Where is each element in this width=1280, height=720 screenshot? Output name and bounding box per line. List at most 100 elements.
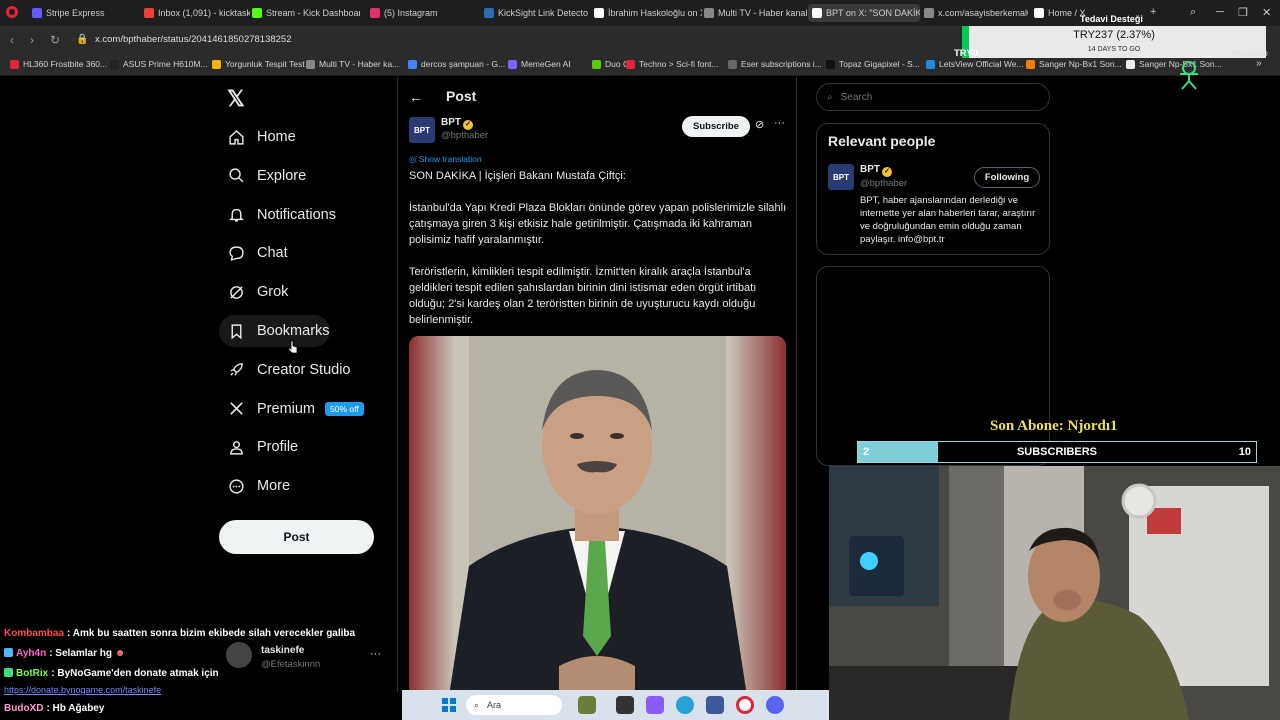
browser-tab[interactable]: BPT on X: "SON DAKİKA |: [808, 4, 920, 22]
home-icon: [227, 128, 245, 146]
tab-favicon-icon: [252, 8, 262, 18]
nav-item-chat[interactable]: Chat: [219, 237, 288, 269]
nav-item-home[interactable]: Home: [219, 121, 296, 153]
tab-label: İbrahim Haskoloğlu on X: [608, 8, 702, 18]
nav-item-more[interactable]: More: [219, 470, 290, 502]
nav-item-profile[interactable]: Profile: [219, 431, 298, 463]
nav-item-bookmarks[interactable]: Bookmarks: [219, 315, 330, 347]
account-switcher[interactable]: taskinefe @Efetaskinnn ···: [226, 640, 386, 674]
author-handle[interactable]: @bpthaber: [441, 130, 488, 141]
more-icon[interactable]: ···: [774, 117, 785, 129]
nav-item-premium[interactable]: Premium 50% off: [219, 393, 364, 425]
opera-logo-icon[interactable]: [6, 6, 18, 18]
bookmark-icon: [227, 322, 245, 340]
chat-link[interactable]: https://donate.bynogame.com/taskinefe: [4, 685, 161, 695]
nav-item-label: Home: [257, 129, 296, 145]
grok-icon[interactable]: ⊘: [755, 118, 764, 131]
more-circle-icon: [227, 477, 245, 495]
avatar: [226, 642, 252, 668]
account-handle: @Efetaskinnn: [261, 659, 321, 670]
browser-tab[interactable]: (5) Instagram: [366, 4, 478, 22]
windows-start-icon[interactable]: [442, 698, 456, 712]
premium-discount-badge: 50% off: [325, 401, 364, 416]
edge-icon[interactable]: [676, 696, 694, 714]
x-logo-icon[interactable]: 𝕏: [227, 86, 245, 112]
file-explorer-icon[interactable]: [616, 696, 634, 714]
relevant-person-name[interactable]: BPT ✓: [860, 164, 892, 177]
nav-item-creator-studio[interactable]: Creator Studio: [219, 354, 351, 386]
browser-tab[interactable]: Inbox (1,091) - kicktaskin: [140, 4, 250, 22]
minister-portrait-image: [409, 336, 786, 692]
tab-favicon-icon: [704, 8, 714, 18]
chat-username: BotRix: [16, 668, 49, 679]
relevant-person-avatar[interactable]: BPT: [828, 164, 854, 190]
copilot-icon[interactable]: [646, 696, 664, 714]
more-icon[interactable]: ···: [370, 648, 381, 660]
bookmark-item[interactable]: Yorgunluk Tespit Test: [212, 59, 305, 69]
browser-tab[interactable]: Multi TV - Haber kanalla: [700, 4, 808, 22]
url-field[interactable]: x.com/bpthaber/status/204146185027813825…: [95, 34, 292, 45]
bookmark-label: Techno > Sci-fi font...: [639, 59, 719, 69]
reload-icon[interactable]: ↻: [50, 33, 60, 47]
bookmark-item[interactable]: LetsView Official We...: [926, 59, 1024, 69]
back-icon[interactable]: ‹: [10, 33, 14, 47]
bookmark-item[interactable]: Multi TV - Haber ka...: [306, 59, 399, 69]
verified-badge-icon: ✓: [882, 167, 892, 177]
donation-goal-value: TRY10000: [1232, 49, 1268, 58]
nav-item-notifications[interactable]: Notifications: [219, 199, 336, 231]
chat-message: BotRix: ByNoGame'den donate atmak için: [4, 668, 219, 679]
burger-app-icon[interactable]: [578, 696, 596, 714]
browser-tab[interactable]: İbrahim Haskoloğlu on X: [590, 4, 702, 22]
bookmark-item[interactable]: MemeGen AI: [508, 59, 571, 69]
browser-tab[interactable]: KickSight Link Detector: [480, 4, 588, 22]
store-icon[interactable]: [706, 696, 724, 714]
browser-tab[interactable]: Stripe Express: [28, 4, 128, 22]
nav-item-label: Explore: [257, 167, 307, 184]
bookmark-favicon-icon: [1026, 59, 1035, 69]
back-arrow-icon[interactable]: ←: [409, 89, 423, 105]
author-name[interactable]: BPT ✓: [441, 117, 473, 130]
emote-icon: ☻: [114, 648, 126, 659]
bookmark-item[interactable]: dercos şampuan - G...: [408, 59, 505, 69]
taskbar-search[interactable]: ⌕ Ara: [466, 695, 562, 715]
search-input[interactable]: ⌕ Search: [816, 83, 1050, 111]
lock-icon[interactable]: 🔒: [76, 34, 88, 45]
tab-label: Stripe Express: [46, 8, 105, 18]
nav-item-explore[interactable]: Explore: [219, 160, 306, 192]
author-avatar[interactable]: BPT: [409, 117, 435, 143]
search-placeholder: Search: [840, 91, 873, 103]
bookmark-item[interactable]: Eser subscriptions i...: [728, 59, 822, 69]
browser-tab[interactable]: Stream - Kick Dashboard: [248, 4, 360, 22]
post-image[interactable]: [409, 336, 786, 692]
bookmark-item[interactable]: Techno > Sci-fi font...: [626, 59, 719, 69]
bookmark-item[interactable]: ASUS Prime H610M...: [110, 59, 208, 69]
bookmark-favicon-icon: [626, 59, 635, 69]
donation-progress-track: TRY237 (2.37%) 14 DAYS TO GO: [962, 26, 1266, 58]
forward-icon[interactable]: ›: [30, 33, 34, 47]
nav-item-label: Bookmarks: [257, 323, 330, 339]
opera-icon[interactable]: [736, 696, 754, 714]
bookmark-item[interactable]: Topaz Gigapixel - S...: [826, 59, 920, 69]
nav-item-label: Creator Studio: [257, 361, 351, 378]
subscribe-button[interactable]: Subscribe: [682, 116, 750, 137]
discord-icon[interactable]: [766, 696, 784, 714]
chat-text: : Hb Ağabey: [46, 703, 105, 714]
windows-taskbar: ⌕ Ara: [402, 690, 829, 720]
chat-username: Ayh4n: [16, 648, 47, 659]
tab-label: Multi TV - Haber kanalla: [718, 8, 808, 18]
post-button[interactable]: Post: [219, 520, 374, 554]
nav-item-grok[interactable]: Grok: [219, 276, 288, 308]
mouse-cursor-icon: [288, 340, 298, 354]
post-text-paragraph-3: Teröristlerin, kimlikleri tespit edilmiş…: [409, 266, 757, 326]
post-text-paragraph-2: İstanbul'da Yapı Kredi Plaza Blokları ön…: [409, 202, 787, 246]
bookmark-item[interactable]: Sanger Np-Bx1 Son...: [1026, 59, 1122, 69]
bookmark-item[interactable]: Sanger Np-Bx1 Son...: [1126, 59, 1222, 69]
show-translation-link[interactable]: ◎ Show translation: [409, 154, 482, 165]
donation-start-value: TRY0: [954, 48, 978, 59]
bookmark-item[interactable]: HL360 Frostbite 360...: [10, 59, 107, 69]
following-button[interactable]: Following: [974, 167, 1040, 188]
tab-favicon-icon: [812, 8, 822, 18]
nav-item-label: Profile: [257, 439, 299, 456]
bookmark-favicon-icon: [592, 59, 601, 69]
relevant-person-handle[interactable]: @bpthaber: [860, 178, 907, 189]
